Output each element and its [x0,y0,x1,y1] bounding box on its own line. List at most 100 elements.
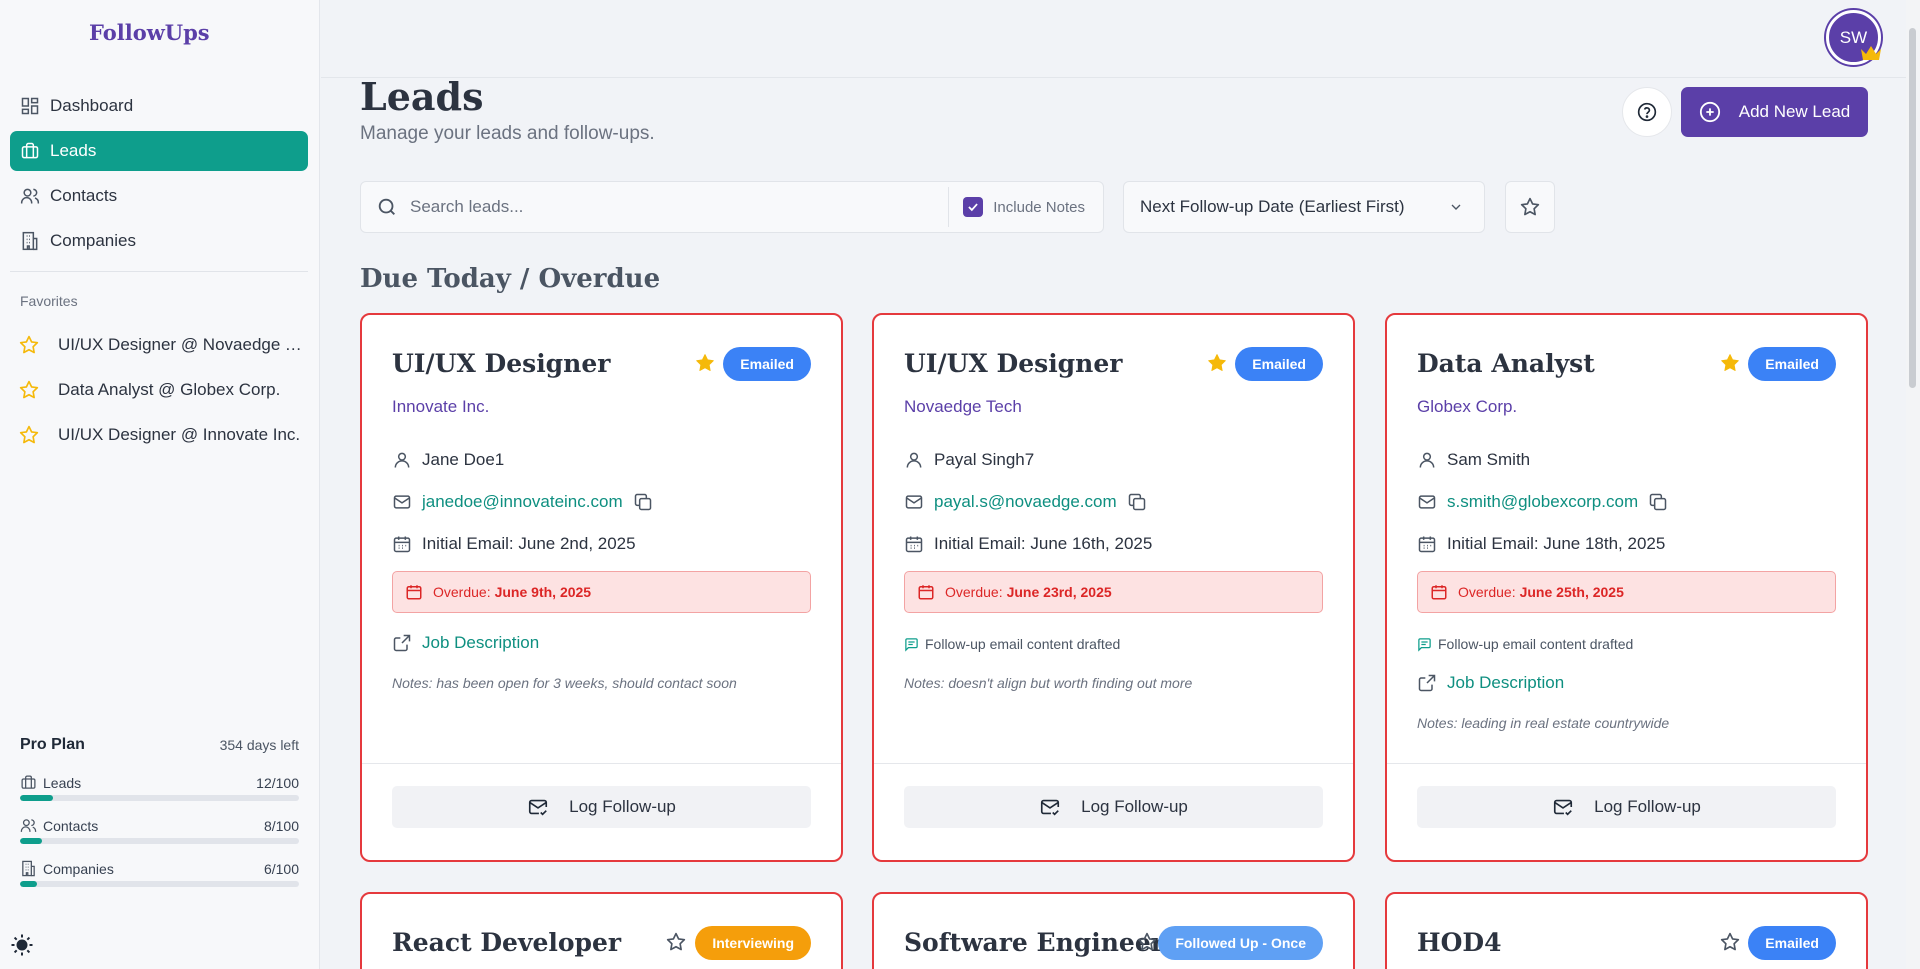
drafted-indicator: Follow-up email content drafted [904,636,1120,652]
crown-icon [1861,46,1881,60]
nav-item-contacts[interactable]: Contacts [10,176,308,216]
lead-card[interactable]: Data Analyst Emailed Globex Corp. Sam Sm… [1385,313,1868,862]
overdue-banner: Overdue: June 23rd, 2025 [904,571,1323,613]
usage-bar-fill [20,881,37,887]
copy-icon[interactable] [1127,492,1147,512]
external-link-icon [393,634,411,652]
favorite-label: Data Analyst @ Globex Corp. [58,379,281,399]
contact-name: Sam Smith [1447,450,1531,469]
usage-bar-fill [20,795,54,801]
include-notes-toggle[interactable]: Include Notes [948,187,1103,227]
star-outline-icon[interactable] [1136,931,1158,953]
star-outline-icon[interactable] [665,931,687,953]
lead-card[interactable]: UI/UX Designer Emailed Novaedge Tech Pay… [872,313,1355,862]
initial-email-row: Initial Email: June 2nd, 2025 [392,534,636,554]
star-filled-icon[interactable] [1206,352,1228,374]
status-badge: Emailed [723,347,811,381]
top-bar [321,0,1920,78]
card-divider [362,763,841,764]
favorite-item[interactable]: UI/UX Designer @ Novaedge Tech [18,322,308,367]
mail-check-icon [529,799,548,816]
drafted-label: Follow-up email content drafted [925,636,1121,652]
calendar-icon [406,585,422,600]
user-icon [394,452,410,468]
lead-card[interactable]: UI/UX Designer Emailed Innovate Inc. Jan… [360,313,843,862]
calendar-icon [905,536,923,553]
contact-name: Jane Doe1 [422,450,505,469]
log-follow-up-button[interactable]: Log Follow-up [904,786,1323,828]
log-follow-up-button[interactable]: Log Follow-up [1417,786,1836,828]
lead-title: UI/UX Designer [904,349,1123,378]
sidebar-divider [10,271,308,272]
initial-email-date: Initial Email: June 18th, 2025 [1447,534,1666,553]
company-link[interactable]: Novaedge Tech [904,397,1022,417]
nav-item-dashboard[interactable]: Dashboard [10,86,308,126]
job-description-link[interactable]: Job Description [392,633,539,653]
card-divider [874,763,1353,764]
sort-select[interactable]: Next Follow-up Date (Earliest First) [1123,181,1485,233]
overdue-date: June 9th, 2025 [494,584,592,600]
nav-label: Dashboard [50,96,134,115]
nav-item-companies[interactable]: Companies [10,221,308,261]
status-badge: Emailed [1748,926,1836,960]
initial-email-row: Initial Email: June 16th, 2025 [904,534,1152,554]
scrollbar-thumb[interactable] [1909,28,1916,388]
lead-card[interactable]: React Developer Interviewing [360,892,843,969]
sun-icon[interactable] [10,933,34,957]
brand-logo[interactable]: FollowUps [89,20,210,45]
star-outline-icon [19,425,39,443]
contact-email[interactable]: janedoe@innovateinc.com [422,492,623,512]
lead-card[interactable]: Software Engineer I Followed Up - Once [872,892,1355,969]
nav-label: Leads [50,141,97,160]
contact-email[interactable]: payal.s@novaedge.com [934,492,1117,512]
sidebar: FollowUps Dashboard Leads Contacts Compa… [0,0,320,969]
usage-count: 6/100 [263,860,299,877]
job-description-label: Job Description [1447,673,1565,692]
contact-row: Jane Doe1 [392,450,504,470]
log-follow-up-label: Log Follow-up [569,797,676,816]
lead-title: HOD4 [1417,928,1502,957]
job-description-link[interactable]: Job Description [1417,673,1564,693]
calendar-icon [918,585,934,600]
usage-label: Contacts [43,817,99,834]
initial-email-date: Initial Email: June 16th, 2025 [934,534,1153,553]
star-filled-icon[interactable] [1719,352,1741,374]
plan-name: Pro Plan [20,736,85,753]
overdue-label: Overdue: [945,584,1003,600]
users-icon [20,819,37,832]
usage-count: 12/100 [256,774,299,791]
star-filled-icon[interactable] [694,352,716,374]
log-follow-up-button[interactable]: Log Follow-up [392,786,811,828]
chevron-down-icon [1451,204,1461,210]
nav-item-leads[interactable]: Leads [10,131,308,171]
overdue-label: Overdue: [1458,584,1516,600]
card-divider [1387,763,1866,764]
favorites-filter-button[interactable] [1505,181,1555,233]
log-follow-up-label: Log Follow-up [1594,797,1701,816]
mail-check-icon [1554,799,1573,816]
copy-icon[interactable] [1648,492,1668,512]
mail-check-icon [1041,799,1060,816]
favorite-item[interactable]: UI/UX Designer @ Innovate Inc. [18,412,308,457]
briefcase-icon [21,142,39,159]
favorite-item[interactable]: Data Analyst @ Globex Corp. [18,367,308,412]
drafted-label: Follow-up email content drafted [1438,636,1634,652]
mail-icon [1418,495,1436,509]
lead-card[interactable]: HOD4 Emailed [1385,892,1868,969]
contact-email[interactable]: s.smith@globexcorp.com [1447,492,1638,512]
company-link[interactable]: Globex Corp. [1417,397,1517,417]
mail-icon [393,495,411,509]
add-new-lead-button[interactable]: Add New Lead [1681,87,1868,137]
help-button[interactable] [1622,87,1672,137]
company-link[interactable]: Innovate Inc. [392,397,489,417]
plan-days-left: 354 days left [219,737,299,753]
star-outline-icon[interactable] [1719,931,1741,953]
usage-count: 8/100 [263,817,299,834]
status-badge: Emailed [1235,347,1323,381]
message-icon [905,637,918,652]
include-notes-checkbox[interactable] [963,197,984,217]
search-input[interactable] [410,182,949,232]
usage-companies: Companies 6/100 [20,860,299,887]
copy-icon[interactable] [633,492,653,512]
status-badge: Emailed [1748,347,1836,381]
